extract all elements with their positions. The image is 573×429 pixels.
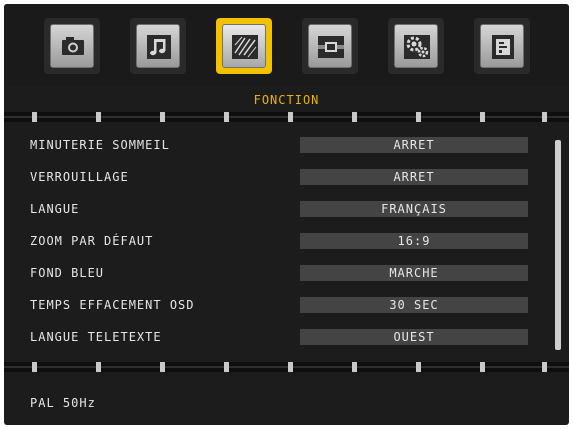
divider-bottom [4,362,569,372]
menu-label: LANGUE TELETEXTE [30,330,162,344]
menu-value[interactable]: ARRET [300,169,528,185]
tab-sound[interactable] [130,18,186,74]
menu-row-language[interactable]: LANGUE FRANÇAIS [4,194,544,224]
tv-osd-menu: FONCTION MINUTERIE SOMMEIL ARRET VERROUI… [4,4,569,425]
category-tab-bar [4,4,569,86]
menu-value[interactable]: ARRET [300,137,528,153]
tab-picture[interactable] [44,18,100,74]
function-tools-icon [222,24,266,68]
picture-icon [50,24,94,68]
menu-label: MINUTERIE SOMMEIL [30,138,170,152]
menu-scrollbar[interactable] [555,140,561,350]
menu-row-sleep-timer[interactable]: MINUTERIE SOMMEIL ARRET [4,130,544,160]
menu-value[interactable]: 16:9 [300,233,528,249]
menu-label: TEMPS EFFACEMENT OSD [30,298,195,312]
menu-label: VERROUILLAGE [30,170,129,184]
tab-function[interactable] [216,18,272,74]
tab-settings[interactable] [388,18,444,74]
settings-gears-icon [394,24,438,68]
tab-connection[interactable] [302,18,358,74]
menu-row-blue-background[interactable]: FOND BLEU MARCHE [4,258,544,288]
cable-connector-icon [308,24,352,68]
menu-row-teletext-language[interactable]: LANGUE TELETEXTE OUEST [4,322,544,352]
tab-source[interactable] [474,18,530,74]
signal-status: PAL 50Hz [30,396,96,410]
menu-list: MINUTERIE SOMMEIL ARRET VERROUILLAGE ARR… [4,130,569,360]
menu-label: LANGUE [30,202,80,216]
menu-label: ZOOM PAR DÉFAUT [30,234,154,248]
section-title: FONCTION [253,93,320,107]
menu-label: FOND BLEU [30,266,105,280]
music-note-icon [136,24,180,68]
menu-value[interactable]: FRANÇAIS [300,201,528,217]
menu-row-osd-timeout[interactable]: TEMPS EFFACEMENT OSD 30 SEC [4,290,544,320]
menu-row-default-zoom[interactable]: ZOOM PAR DÉFAUT 16:9 [4,226,544,256]
menu-value[interactable]: MARCHE [300,265,528,281]
divider-top [4,112,569,122]
menu-row-lock[interactable]: VERROUILLAGE ARRET [4,162,544,192]
source-input-icon [480,24,524,68]
menu-value[interactable]: OUEST [300,329,528,345]
menu-value[interactable]: 30 SEC [300,297,528,313]
